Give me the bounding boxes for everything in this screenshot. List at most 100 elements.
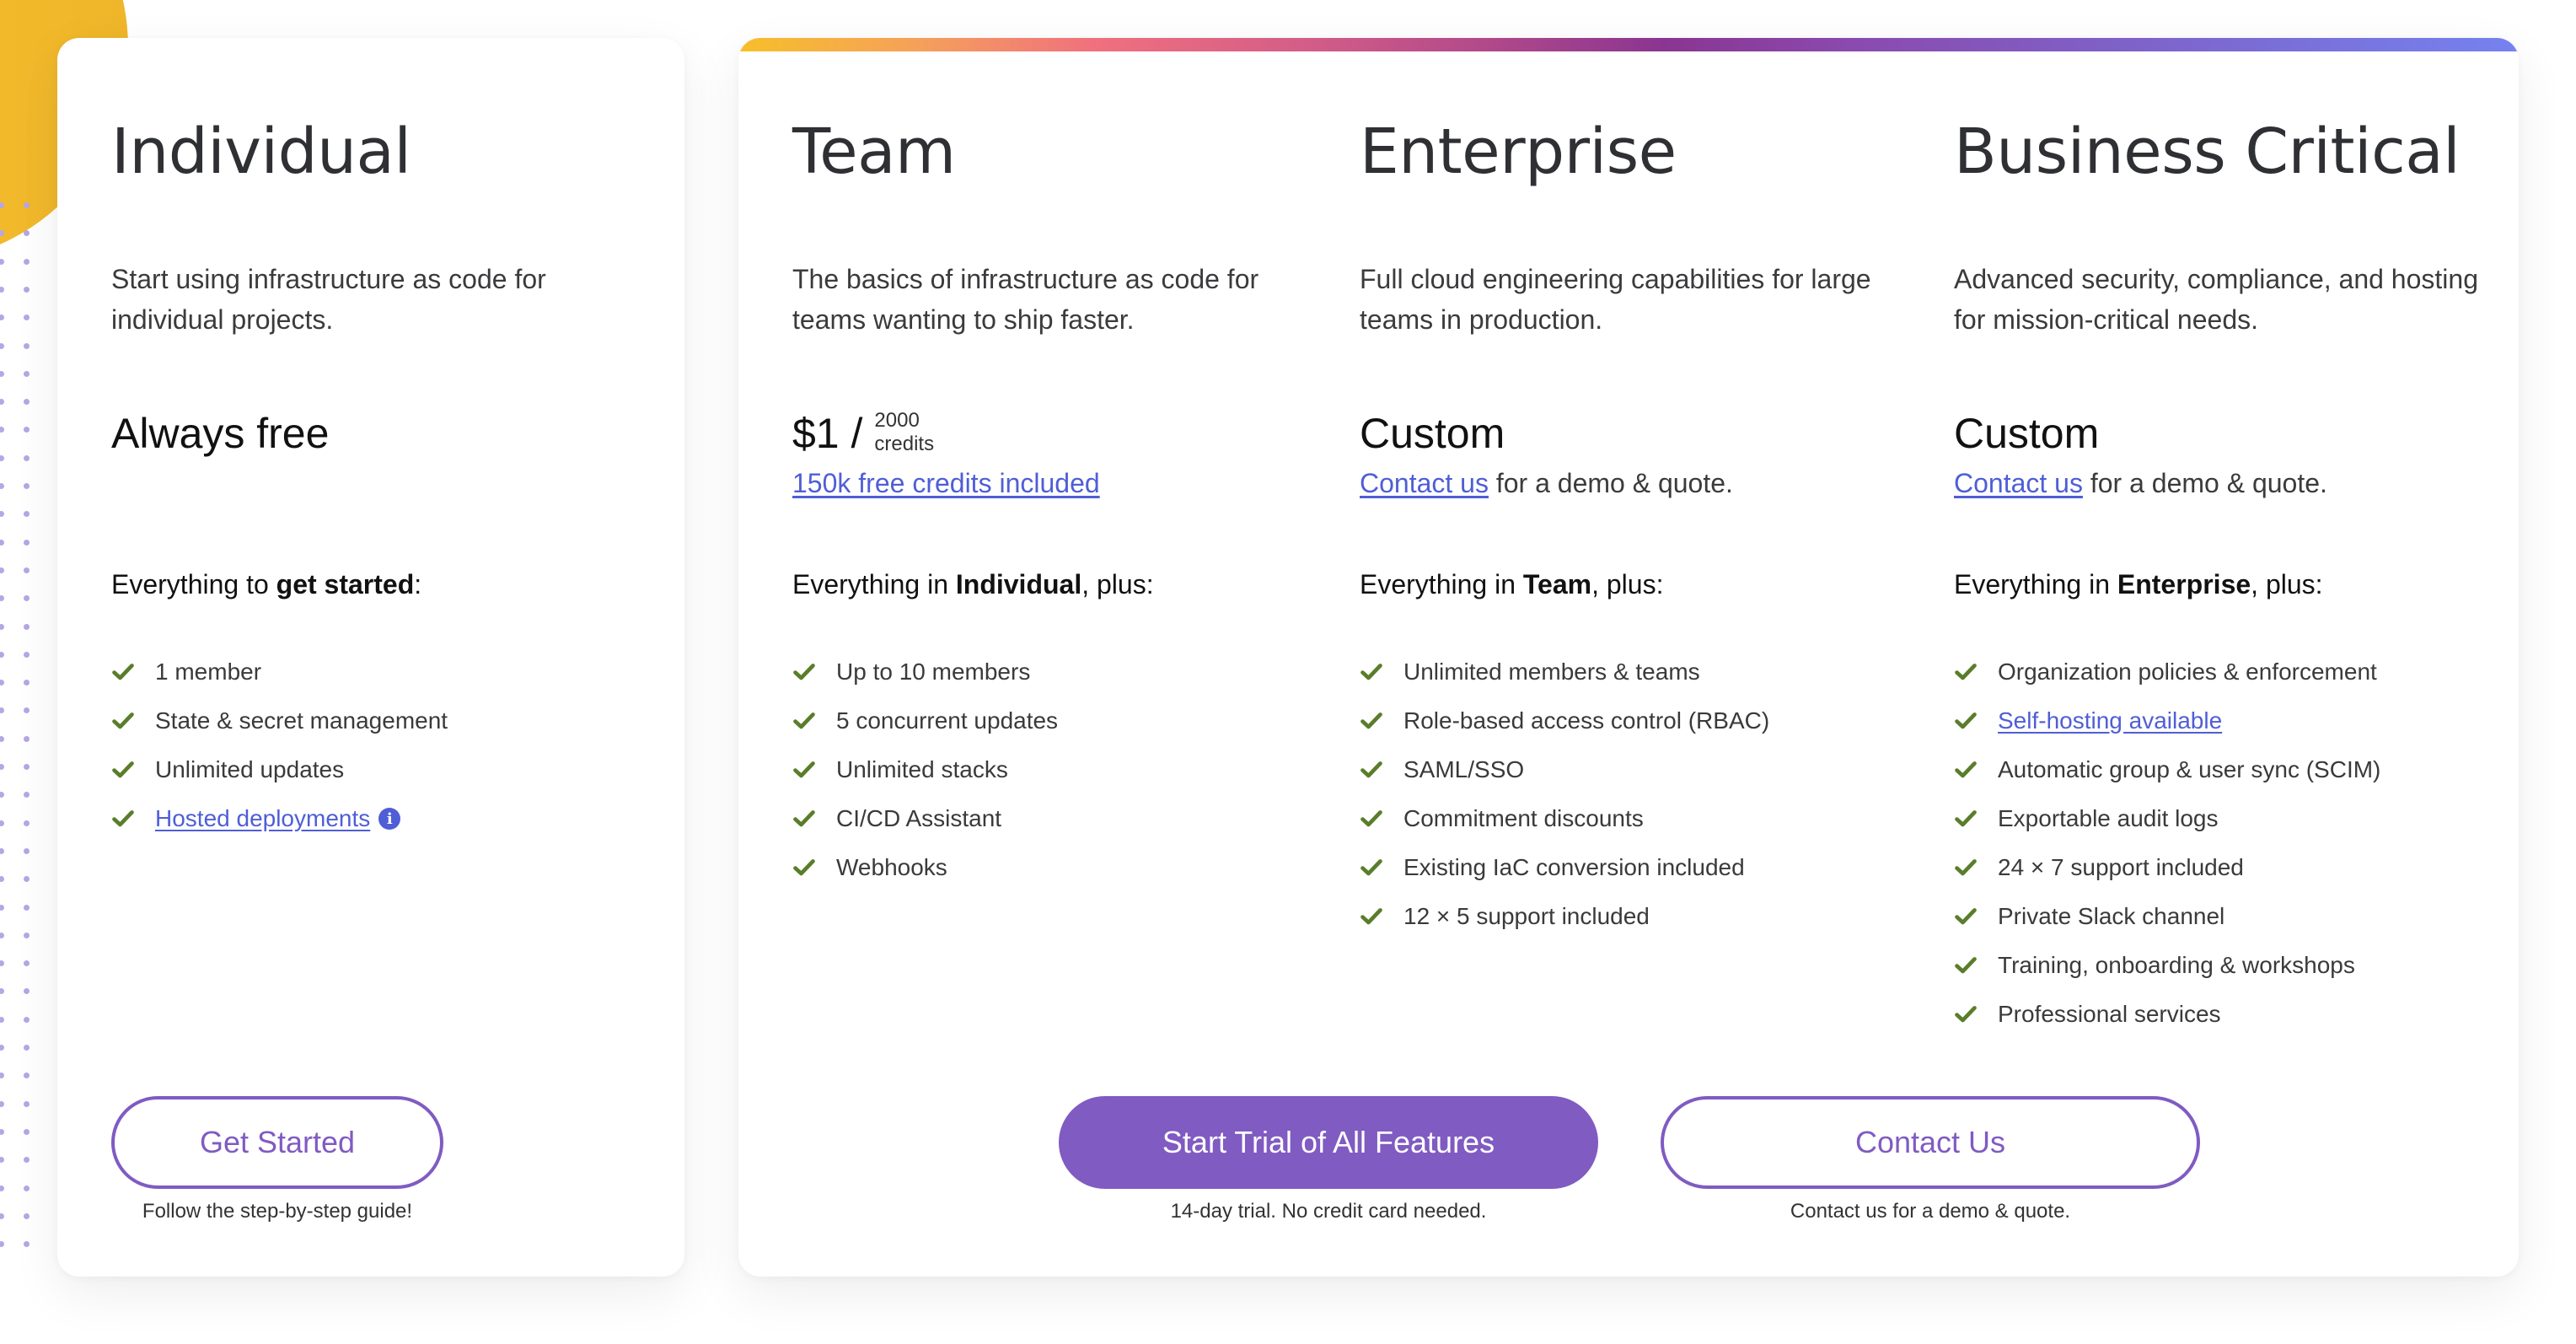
price-subtext: Contact us for a demo & quote.	[1954, 468, 2327, 499]
decorative-dot	[24, 370, 30, 377]
plan-title: Enterprise	[1360, 116, 1677, 188]
feature-text: SAML/SSO	[1403, 756, 1525, 782]
decorative-dot	[0, 314, 4, 321]
price-subtext: 150k free credits included	[792, 468, 1100, 499]
feature-item: Commitment discounts	[1360, 794, 1769, 843]
feature-link[interactable]: Self-hosting available	[1998, 707, 2222, 734]
check-icon	[1360, 709, 1383, 733]
decorative-dot	[24, 342, 30, 349]
contact-us-caption: Contact us for a demo & quote.	[1790, 1200, 2071, 1223]
get-started-button[interactable]: Get Started	[111, 1096, 443, 1189]
decorative-dot	[24, 454, 30, 461]
plan-column-team: Team The basics of infrastructure as cod…	[792, 38, 1315, 1277]
decorative-dot	[24, 847, 30, 854]
start-trial-button[interactable]: Start Trial of All Features	[1059, 1096, 1598, 1189]
feature-item: 24 × 7 support included	[1954, 843, 2380, 892]
price-label: Custom	[1360, 410, 1505, 457]
info-icon[interactable]: i	[378, 808, 401, 830]
decorative-dot	[0, 960, 4, 967]
feature-item: State & secret management	[111, 696, 448, 745]
plan-price: $1 / 2000 credits	[792, 409, 934, 458]
feature-item: Unlimited members & teams	[1360, 648, 1769, 696]
feature-item: Webhooks	[792, 843, 1058, 892]
decorative-dot	[24, 960, 30, 967]
plan-title: Team	[792, 116, 956, 188]
feature-text: Up to 10 members	[836, 659, 1031, 685]
feature-text: 24 × 7 support included	[1998, 854, 2244, 880]
decorative-dot	[24, 904, 30, 911]
decorative-dot	[0, 1128, 4, 1135]
decorative-dot	[24, 735, 30, 742]
check-icon	[111, 758, 135, 782]
plan-description: Full cloud engineering capabilities for …	[1360, 264, 1871, 335]
decorative-dot	[0, 932, 4, 938]
check-icon	[792, 660, 816, 684]
decorative-dot	[24, 1212, 30, 1219]
check-icon	[1360, 660, 1383, 684]
feature-item: 12 × 5 support included	[1360, 892, 1769, 941]
plan-description: The basics of infrastructure as code for…	[792, 264, 1259, 335]
feature-text: Training, onboarding & workshops	[1998, 952, 2355, 978]
plan-card-individual: Individual Start using infrastructure as…	[57, 38, 684, 1277]
decorative-dot	[24, 539, 30, 546]
free-credits-link[interactable]: 150k free credits included	[792, 468, 1100, 498]
decorative-dot	[24, 286, 30, 293]
check-icon	[792, 856, 816, 879]
contact-us-button[interactable]: Contact Us	[1661, 1096, 2200, 1189]
decorative-dot	[24, 1185, 30, 1191]
feature-text: Automatic group & user sync (SCIM)	[1998, 756, 2381, 782]
decorative-dot	[0, 904, 4, 911]
decorative-dot	[0, 342, 4, 349]
price-unit: 2000 credits	[874, 409, 934, 456]
decorative-dot	[0, 988, 4, 995]
decorative-dot	[24, 314, 30, 321]
decorative-dot	[0, 427, 4, 433]
decorative-dot	[24, 230, 30, 237]
decorative-dot	[0, 1157, 4, 1164]
decorative-dot	[0, 651, 4, 658]
check-icon	[792, 807, 816, 831]
plan-description: Start using infrastructure as code for i…	[111, 264, 546, 335]
decorative-dot	[24, 1016, 30, 1023]
contact-us-link[interactable]: Contact us	[1954, 468, 2083, 498]
decorative-dot	[0, 567, 4, 573]
feature-heading-prefix: Everything in	[792, 569, 956, 599]
price-label: Custom	[1954, 410, 2100, 457]
decorative-dot	[0, 1073, 4, 1079]
decorative-dot	[24, 680, 30, 686]
feature-text: 5 concurrent updates	[836, 707, 1059, 734]
feature-text: Exportable audit logs	[1998, 805, 2219, 831]
decorative-dot	[0, 1212, 4, 1219]
price-subtext: Contact us for a demo & quote.	[1360, 468, 1733, 499]
feature-item: Professional services	[1954, 990, 2380, 1039]
feature-list: Organization policies & enforcement Self-…	[1954, 648, 2380, 1039]
decorative-dot	[0, 202, 4, 208]
feature-link[interactable]: Hosted deployments	[155, 805, 370, 832]
price-label: $1 /	[792, 410, 863, 457]
feature-item: Exportable audit logs	[1954, 794, 2380, 843]
contact-us-link[interactable]: Contact us	[1360, 468, 1489, 498]
plan-column-business-critical: Business Critical Advanced security, com…	[1954, 38, 2493, 1277]
feature-heading: Everything in Team, plus:	[1360, 569, 1663, 600]
decorative-dot	[0, 792, 4, 798]
feature-list: Unlimited members & teams Role-based acce…	[1360, 648, 1769, 941]
decorative-dot	[24, 623, 30, 630]
decorative-dot	[0, 735, 4, 742]
decorative-dot	[24, 1073, 30, 1079]
decorative-dot	[0, 820, 4, 826]
feature-text: Webhooks	[836, 854, 947, 880]
decorative-dot	[24, 988, 30, 995]
check-icon	[1954, 856, 1978, 879]
decorative-dot	[0, 680, 4, 686]
plan-column-enterprise: Enterprise Full cloud engineering capabi…	[1360, 38, 1899, 1277]
decorative-dot	[0, 258, 4, 265]
check-icon	[792, 758, 816, 782]
decorative-dot	[24, 1045, 30, 1051]
decorative-dot	[24, 1241, 30, 1248]
decorative-dot	[0, 764, 4, 770]
feature-heading-prefix: Everything to	[111, 569, 276, 599]
decorative-dot	[24, 651, 30, 658]
check-icon	[1360, 807, 1383, 831]
decorative-dot	[0, 623, 4, 630]
decorative-dot	[24, 1100, 30, 1107]
